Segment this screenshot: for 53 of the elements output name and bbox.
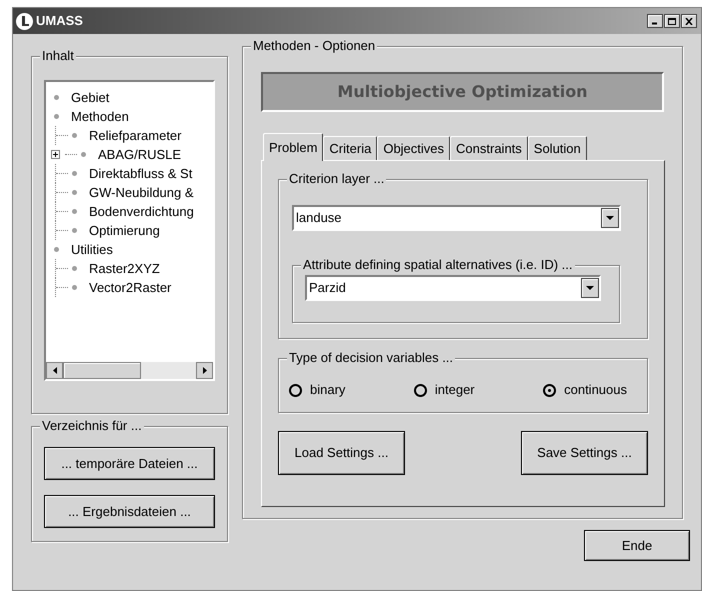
group-label: Attribute defining spatial alternatives (i.e. ID) ... xyxy=(301,257,575,273)
bullet-icon xyxy=(72,285,77,290)
radio-button[interactable]: continuous xyxy=(543,380,627,400)
bullet-icon xyxy=(72,190,77,195)
push-button[interactable]: ... temporäre Dateien ... xyxy=(44,447,215,480)
bullet-icon xyxy=(54,247,59,252)
tree-item[interactable]: Raster2XYZ xyxy=(89,258,160,278)
tree-item[interactable]: Gebiet xyxy=(71,88,110,108)
tree-item[interactable]: ABAG/RUSLE xyxy=(98,144,182,164)
maximize-icon xyxy=(668,18,676,24)
group-label: Criterion layer ... xyxy=(287,171,386,187)
tab[interactable]: Problem xyxy=(263,133,324,161)
horizontal-scrollbar[interactable] xyxy=(46,362,213,379)
tab[interactable]: Constraints xyxy=(450,136,528,160)
close-button[interactable] xyxy=(681,14,697,28)
bullet-icon xyxy=(72,171,77,176)
section-header: Multiobjective Optimization xyxy=(261,72,664,112)
bullet-icon xyxy=(72,228,77,233)
tree-item[interactable]: Methoden xyxy=(71,106,129,126)
tree-item[interactable]: Optimierung xyxy=(89,220,160,240)
tree-item[interactable]: Direktabfluss & St xyxy=(89,164,192,184)
tree-view[interactable]: Gebiet Methoden Reliefparameter ABAG/RUSLE Direktabfluss & St GW-Neubildung & Bodenverdichtung Optimierung Utilities Raster2XYZ Vector2Raster xyxy=(44,80,215,381)
group-label: Methoden - Optionen xyxy=(251,38,378,54)
minimize-button[interactable] xyxy=(647,14,663,28)
tab[interactable]: Solution xyxy=(528,136,587,160)
radio-button[interactable]: integer xyxy=(414,380,475,400)
tree-item[interactable]: Vector2Raster xyxy=(89,278,172,298)
maximize-button[interactable] xyxy=(664,14,680,28)
bullet-icon xyxy=(54,95,59,100)
tree-item[interactable]: Utilities xyxy=(71,240,113,260)
tree-item[interactable]: GW-Neubildung & xyxy=(89,182,194,202)
app-logo-icon xyxy=(16,12,33,30)
push-button[interactable]: Ende xyxy=(584,530,690,561)
dropdown[interactable]: Parzid xyxy=(305,275,601,301)
bullet-icon xyxy=(72,133,77,138)
bullet-icon xyxy=(72,209,77,214)
close-icon xyxy=(685,18,693,24)
tree-item[interactable]: Bodenverdichtung xyxy=(89,202,194,222)
bullet-icon xyxy=(81,152,86,157)
bullet-icon xyxy=(72,266,77,271)
push-button[interactable]: Save Settings ... xyxy=(521,431,648,475)
expand-plus-icon[interactable] xyxy=(51,150,60,159)
dropdown[interactable]: landuse xyxy=(292,205,621,231)
scroll-thumb[interactable] xyxy=(63,362,141,379)
tab[interactable]: Criteria xyxy=(323,136,378,160)
tab[interactable]: Objectives xyxy=(377,136,450,160)
push-button[interactable]: ... Ergebnisdateien ... xyxy=(44,495,215,528)
push-button[interactable]: Load Settings ... xyxy=(278,431,405,475)
tree-item[interactable]: Reliefparameter xyxy=(89,126,182,146)
group-label: Type of decision variables ... xyxy=(287,350,456,366)
bullet-icon xyxy=(54,114,59,119)
window-title: UMASS xyxy=(36,12,83,30)
radio-button[interactable]: binary xyxy=(289,380,346,400)
